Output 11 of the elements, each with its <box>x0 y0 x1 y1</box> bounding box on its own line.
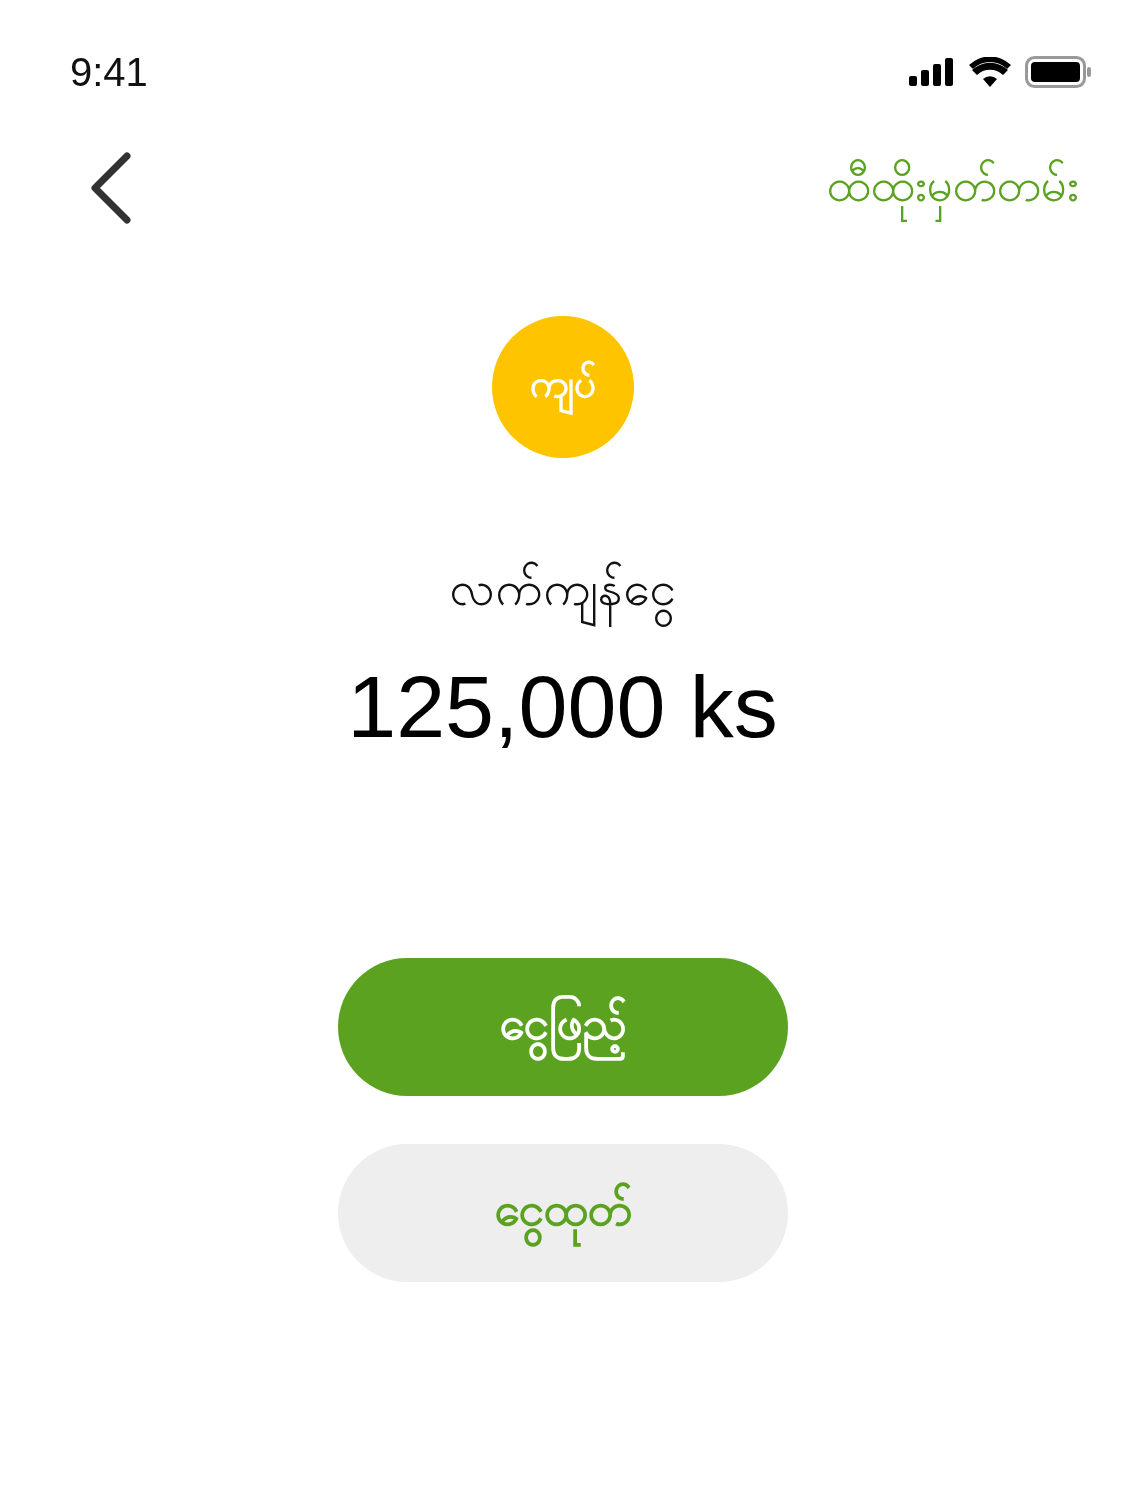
page-title: ထီထိုးမှတ်တမ်း <box>827 155 1079 223</box>
battery-icon <box>1025 56 1091 88</box>
back-chevron-icon <box>89 152 133 224</box>
currency-logo: ကျပ် <box>491 316 634 458</box>
action-button[interactable]: ငွေဖြည့် <box>337 958 788 1096</box>
status-time: 9:41 <box>70 49 148 95</box>
signal-icon <box>909 58 955 86</box>
action-button[interactable]: ငွေထုတ် <box>337 1144 788 1282</box>
balance-label: လက်ကျန်ငွေ <box>449 558 676 628</box>
wifi-icon <box>969 57 1011 87</box>
balance-amount: 125,000 ks <box>347 656 778 758</box>
